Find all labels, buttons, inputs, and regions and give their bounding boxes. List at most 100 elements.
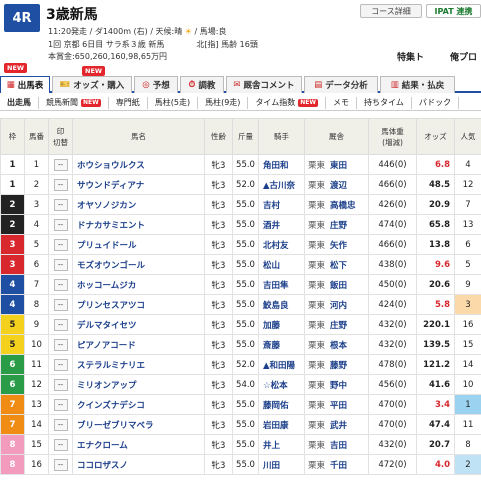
col-trainer[interactable]: 厩舎 (304, 118, 369, 155)
mark-select[interactable]: -- (53, 198, 68, 211)
mark-cell[interactable]: -- (48, 374, 73, 395)
mark-cell[interactable]: -- (48, 454, 73, 475)
mark-select[interactable]: -- (53, 378, 68, 391)
horse-name-link[interactable]: ホッコームジカ (72, 274, 205, 295)
horse-name-link[interactable]: プリンセスアツコ (72, 294, 205, 315)
table-row[interactable]: 8 15 -- エナクローム 牝3 55.0 井上 栗東 吉田 432(0) 20.7 8 (0, 434, 481, 455)
jockey-link[interactable]: 川田 (258, 454, 305, 475)
col-umaban[interactable]: 馬番 (24, 118, 49, 155)
horse-name-link[interactable]: ホウショウルクス (72, 154, 205, 175)
trainer-link[interactable]: 東田 (330, 161, 347, 171)
feature-link[interactable]: 特集ト (397, 50, 424, 63)
odds-cell[interactable]: 20.7 (416, 434, 455, 455)
trainer-link[interactable]: 高橋忠 (330, 201, 356, 211)
horse-name-link[interactable]: プリュイドール (72, 234, 205, 255)
col-odds[interactable]: オッズ (416, 118, 455, 155)
mark-cell[interactable]: -- (48, 414, 73, 435)
mark-cell[interactable]: -- (48, 354, 73, 375)
table-row[interactable]: 6 12 -- ミリオンアップ 牝3 54.0 ☆松本 栗東 野中 456(0) 41.6 10 (0, 374, 481, 395)
horse-name-link[interactable]: ドナカサミエント (72, 214, 205, 235)
mark-select[interactable]: -- (53, 418, 68, 431)
jockey-link[interactable]: 吉田隼 (258, 274, 305, 295)
horse-name-link[interactable]: ミリオンアップ (72, 374, 205, 395)
col-sex-age[interactable]: 性齢 (204, 118, 233, 155)
jockey-link[interactable]: 吉村 (258, 194, 305, 215)
mark-select[interactable]: -- (53, 238, 68, 251)
mark-cell[interactable]: -- (48, 314, 73, 335)
jockey-link[interactable]: 松山 (258, 254, 305, 275)
subtab-newspaper[interactable]: 競馬新聞 NEW (39, 96, 109, 109)
trainer-link[interactable]: 根本 (330, 341, 347, 351)
mark-cell[interactable]: -- (48, 214, 73, 235)
horse-name-link[interactable]: クインズナデシコ (72, 394, 205, 415)
odds-cell[interactable]: 9.6 (416, 254, 455, 275)
mark-select[interactable]: -- (53, 158, 68, 171)
table-row[interactable]: 2 4 -- ドナカサミエント 牝3 55.0 酒井 栗東 庄野 474(0) 65.8 13 (0, 214, 481, 235)
jockey-link[interactable]: ▲古川奈 (258, 174, 305, 195)
odds-cell[interactable]: 20.6 (416, 274, 455, 295)
odds-cell[interactable]: 4.0 (416, 454, 455, 475)
tab-data[interactable]: ▤ データ分析 (304, 76, 378, 93)
subtab-time-index[interactable]: タイム指数 NEW (248, 96, 327, 109)
trainer-link[interactable]: 藤野 (330, 361, 347, 371)
table-row[interactable]: 8 16 -- ココロザスノ 牝3 55.0 川田 栗東 千田 472(0) 4.0 2 (0, 454, 481, 475)
horse-name-link[interactable]: エナクローム (72, 434, 205, 455)
odds-cell[interactable]: 48.5 (416, 174, 455, 195)
mark-cell[interactable]: -- (48, 294, 73, 315)
odds-cell[interactable]: 65.8 (416, 214, 455, 235)
table-row[interactable]: 1 2 -- サウンドディアナ 牝3 52.0 ▲古川奈 栗東 渡辺 466(0) 48.5 12 (0, 174, 481, 195)
trainer-link[interactable]: 庄野 (330, 221, 347, 231)
horse-name-link[interactable]: オヤソノジカン (72, 194, 205, 215)
odds-cell[interactable]: 6.8 (416, 154, 455, 175)
col-name[interactable]: 馬名 (72, 118, 205, 155)
trainer-link[interactable]: 飯田 (330, 281, 347, 291)
tab-yoso[interactable]: ◎ 予想 (134, 76, 178, 93)
subtab-bachu9[interactable]: 馬柱(9走) (198, 96, 249, 109)
mark-select[interactable]: -- (53, 178, 68, 191)
subtab-bachu5[interactable]: 馬柱(5走) (148, 96, 199, 109)
mark-select[interactable]: -- (53, 398, 68, 411)
trainer-link[interactable]: 庄野 (330, 321, 347, 331)
horse-name-link[interactable]: モズオウンゴール (72, 254, 205, 275)
jockey-link[interactable]: 斎藤 (258, 334, 305, 355)
mark-select[interactable]: -- (53, 338, 68, 351)
trainer-link[interactable]: 松下 (330, 261, 347, 271)
col-mark[interactable]: 印切替 (48, 118, 73, 155)
mark-cell[interactable]: -- (48, 434, 73, 455)
jockey-link[interactable]: 鮫島良 (258, 294, 305, 315)
table-row[interactable]: 3 6 -- モズオウンゴール 牝3 55.0 松山 栗東 松下 438(0) 9.6 5 (0, 254, 481, 275)
mark-cell[interactable]: -- (48, 254, 73, 275)
mark-select[interactable]: -- (53, 278, 68, 291)
subtab-best-time[interactable]: 持ちタイム (357, 96, 412, 109)
jockey-link[interactable]: 角田和 (258, 154, 305, 175)
col-jockey[interactable]: 騎手 (258, 118, 305, 155)
mark-cell[interactable]: -- (48, 174, 73, 195)
odds-cell[interactable]: 5.8 (416, 294, 455, 315)
col-body-weight[interactable]: 馬体重 (増減) (368, 118, 417, 155)
table-row[interactable]: 7 14 -- ブリーゼブリマベラ 牝3 55.0 岩田康 栗東 武井 470(0) 47.4 11 (0, 414, 481, 435)
mark-cell[interactable]: -- (48, 274, 73, 295)
jockey-link[interactable]: 加藤 (258, 314, 305, 335)
table-row[interactable]: 1 1 -- ホウショウルクス 牝3 55.0 角田和 栗東 東田 446(0) 6.8 4 (0, 154, 481, 175)
mark-select[interactable]: -- (53, 438, 68, 451)
trainer-link[interactable]: 千田 (330, 461, 347, 471)
mark-select[interactable]: -- (53, 458, 68, 471)
odds-cell[interactable]: 3.4 (416, 394, 455, 415)
odds-cell[interactable]: 13.8 (416, 234, 455, 255)
tab-odds[interactable]: 🎫 オッズ・購入 (52, 76, 132, 93)
mark-select[interactable]: -- (53, 318, 68, 331)
table-row[interactable]: 4 8 -- プリンセスアツコ 牝3 55.0 鮫島良 栗東 河内 424(0) 5.8 3 (0, 294, 481, 315)
trainer-link[interactable]: 渡辺 (330, 181, 347, 191)
trainer-link[interactable]: 野中 (330, 381, 347, 391)
tab-result[interactable]: ▥ 結果・払戻 (380, 76, 455, 93)
table-row[interactable]: 2 3 -- オヤソノジカン 牝3 55.0 吉村 栗東 高橋忠 426(0) 20.9 7 (0, 194, 481, 215)
jockey-link[interactable]: ☆松本 (258, 374, 305, 395)
table-row[interactable]: 5 10 -- ピアノアコード 牝3 55.0 斎藤 栗東 根本 432(0) 139.5 15 (0, 334, 481, 355)
horse-name-link[interactable]: デルマタイセツ (72, 314, 205, 335)
mark-cell[interactable]: -- (48, 194, 73, 215)
table-row[interactable]: 3 5 -- プリュイドール 牝3 55.0 北村友 栗東 矢作 466(0) 13.8 6 (0, 234, 481, 255)
course-detail-button[interactable]: コース詳細 (360, 4, 422, 18)
odds-cell[interactable]: 121.2 (416, 354, 455, 375)
horse-name-link[interactable]: ピアノアコード (72, 334, 205, 355)
table-row[interactable]: 5 9 -- デルマタイセツ 牝3 55.0 加藤 栗東 庄野 432(0) 220.1 16 (0, 314, 481, 335)
